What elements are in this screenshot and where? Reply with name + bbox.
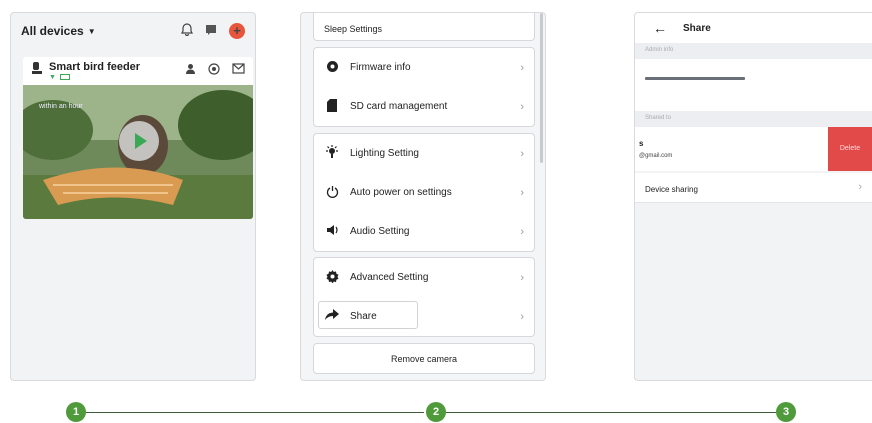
screen-share: ← Share Admin info Shared to s @gmail.co… (634, 12, 872, 381)
share-row[interactable]: Share › (314, 297, 534, 336)
chevron-right-icon: › (520, 61, 524, 74)
sd-card-icon (324, 98, 340, 115)
device-list-header: All devices ▼ + (11, 13, 255, 49)
lighting-setting-row[interactable]: Lighting Setting › (314, 134, 534, 173)
battery-icon (59, 74, 70, 80)
device-name: Smart bird feeder (49, 61, 141, 73)
all-devices-dropdown[interactable]: All devices (21, 24, 84, 38)
timeline-connector (446, 412, 776, 413)
light-icon (324, 145, 340, 162)
auto-power-row[interactable]: Auto power on settings › (314, 173, 534, 212)
message-icon[interactable] (205, 24, 217, 39)
firmware-gear-icon (324, 60, 340, 76)
screen-camera-settings: Sleep Settings Firmware info › SD card m… (300, 12, 546, 381)
step-marker-2: 2 (426, 402, 446, 422)
auto-power-label: Auto power on settings (350, 187, 452, 198)
sleep-settings-label: Sleep Settings (324, 24, 383, 34)
settings-icon[interactable] (208, 63, 220, 78)
scrollbar[interactable] (540, 13, 543, 163)
play-icon[interactable] (119, 121, 159, 161)
audio-setting-label: Audio Setting (350, 226, 410, 237)
power-icon (324, 185, 340, 201)
timeline-connector (86, 412, 424, 413)
chevron-right-icon: › (520, 310, 524, 323)
sd-card-row[interactable]: SD card management › (314, 87, 534, 126)
speaker-icon (324, 224, 340, 239)
back-arrow-icon[interactable]: ← (653, 20, 667, 36)
person-icon[interactable] (185, 63, 196, 78)
caret-down-icon[interactable]: ▼ (88, 27, 96, 36)
bell-icon[interactable] (181, 23, 193, 39)
chevron-right-icon: › (858, 181, 862, 193)
settings-group-3: Advanced Setting › Share › (313, 257, 535, 337)
device-info-row: Smart bird feeder ▼ (23, 57, 253, 85)
shared-user-row[interactable]: s @gmail.com Delete (635, 127, 872, 171)
remove-camera-button[interactable]: Remove camera (313, 343, 535, 374)
sd-card-label: SD card management (350, 101, 448, 112)
shared-user-name: s (639, 139, 644, 148)
settings-group-1: Firmware info › SD card management › (313, 47, 535, 127)
lighting-setting-label: Lighting Setting (350, 148, 419, 159)
step-marker-1: 1 (66, 402, 86, 422)
add-icon[interactable]: + (229, 23, 245, 39)
chevron-right-icon: › (520, 225, 524, 238)
audio-setting-row[interactable]: Audio Setting › (314, 212, 534, 251)
admin-info-section: Admin info (635, 43, 872, 59)
share-header: ← Share (635, 13, 872, 43)
advanced-setting-row[interactable]: Advanced Setting › (314, 258, 534, 297)
sleep-settings-item[interactable]: Sleep Settings (313, 13, 535, 41)
shared-to-section: Shared to (635, 111, 872, 127)
settings-group-2: Lighting Setting › Auto power on setting… (313, 133, 535, 252)
page-title: Share (683, 22, 711, 34)
chevron-right-icon: › (520, 100, 524, 113)
chevron-right-icon: › (520, 271, 524, 284)
firmware-info-label: Firmware info (350, 62, 411, 73)
admin-email-masked (645, 77, 745, 80)
camera-icon (31, 61, 43, 78)
chevron-right-icon: › (520, 186, 524, 199)
admin-info-row (635, 59, 872, 111)
device-card[interactable]: Smart bird feeder ▼ within an hour (23, 57, 253, 219)
mail-icon[interactable] (232, 63, 245, 78)
device-sharing-row[interactable]: Device sharing › (635, 173, 872, 203)
shared-user-email: @gmail.com (639, 153, 673, 159)
chevron-right-icon: › (520, 147, 524, 160)
gear-icon (324, 269, 340, 286)
step-marker-3: 3 (776, 402, 796, 422)
advanced-setting-label: Advanced Setting (350, 272, 429, 283)
delete-button[interactable]: Delete (828, 127, 872, 171)
screen-device-list: All devices ▼ + Smart bird feeder ▼ with… (10, 12, 256, 381)
video-overlay-text: within an hour (39, 103, 83, 110)
firmware-info-row[interactable]: Firmware info › (314, 48, 534, 87)
camera-video-preview[interactable]: within an hour (23, 85, 253, 219)
device-sharing-label: Device sharing (645, 185, 698, 194)
share-highlight (318, 301, 418, 329)
wifi-icon: ▼ (49, 74, 56, 81)
